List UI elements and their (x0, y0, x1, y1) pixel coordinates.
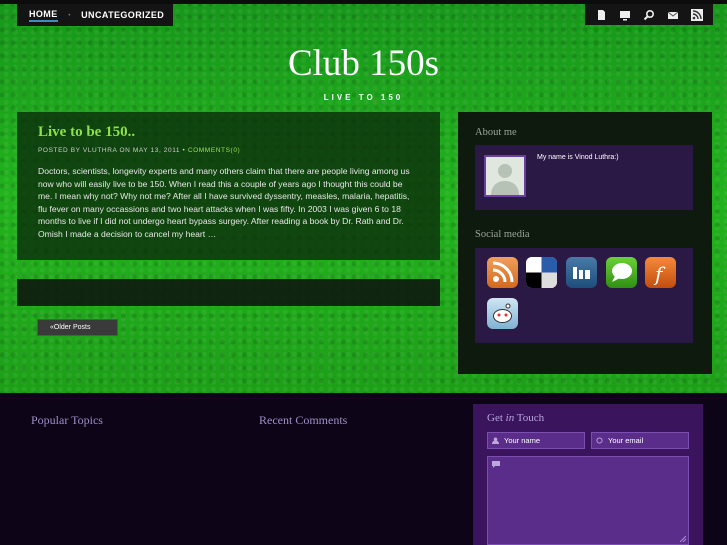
site-title[interactable]: Club 150s (0, 42, 727, 85)
get-in-touch-title: Get in Touch (487, 412, 544, 424)
reddit-icon[interactable] (487, 298, 518, 329)
avatar (484, 155, 526, 197)
monitor-icon[interactable] (619, 9, 631, 21)
post-title[interactable]: Live to be 150.. (38, 124, 419, 141)
svg-text:f: f (653, 262, 666, 286)
rss-icon[interactable] (691, 8, 703, 21)
name-field-placeholder: Your name (504, 436, 540, 445)
post-excerpt: Doctors, scientists, longevity experts a… (38, 166, 410, 239)
recent-comments-title: Recent Comments (259, 413, 348, 427)
name-field[interactable]: Your name (487, 432, 585, 449)
mail-icon[interactable] (667, 9, 679, 21)
header-icon-bar (585, 4, 713, 25)
search-icon[interactable] (643, 9, 655, 21)
delicious-icon[interactable] (526, 257, 557, 288)
user-icon (492, 437, 499, 444)
touch-word-get: Get (487, 412, 503, 424)
email-field[interactable]: Your email (591, 432, 689, 449)
post-footer-bar (17, 279, 440, 306)
page-icon[interactable] (595, 9, 607, 21)
post-card: Live to be 150.. POSTED BY VLUTHRA ON MA… (17, 112, 440, 260)
email-field-placeholder: Your email (608, 436, 644, 445)
friendfeed-icon[interactable]: f (645, 257, 676, 288)
rss-icon[interactable] (487, 257, 518, 288)
about-me-text: My name is Vinod Luthra:) (537, 154, 619, 161)
main-nav: HOME • UNCATEGORIZED (17, 4, 174, 26)
nav-home[interactable]: HOME (29, 9, 58, 22)
speech-bubble-icon (492, 461, 500, 468)
nav-uncategorized[interactable]: UNCATEGORIZED (81, 10, 164, 20)
about-me-title: About me (475, 127, 517, 138)
at-icon (596, 437, 603, 444)
social-media-title: Social media (475, 229, 530, 240)
popular-topics-title: Popular Topics (31, 413, 103, 427)
touch-word-touch: Touch (516, 412, 545, 424)
nav-separator: • (67, 11, 72, 19)
post-meta: POSTED BY VLUTHRA ON MAY 13, 2011 • COMM… (38, 147, 419, 154)
site-description: LIVE TO 150 (323, 93, 404, 102)
post-meta-prefix: POSTED BY VLUTHRA ON MAY 13, 2011 • (38, 147, 186, 154)
message-textarea[interactable] (487, 456, 689, 545)
user-silhouette-icon (486, 157, 524, 195)
touch-word-in: in (505, 412, 515, 424)
technorati-icon[interactable] (606, 257, 637, 288)
digg-icon[interactable] (566, 257, 597, 288)
older-posts-button[interactable]: «Older Posts (37, 319, 118, 336)
resize-handle-icon[interactable] (680, 536, 686, 542)
post-comments-link[interactable]: COMMENTS(0) (188, 147, 240, 154)
